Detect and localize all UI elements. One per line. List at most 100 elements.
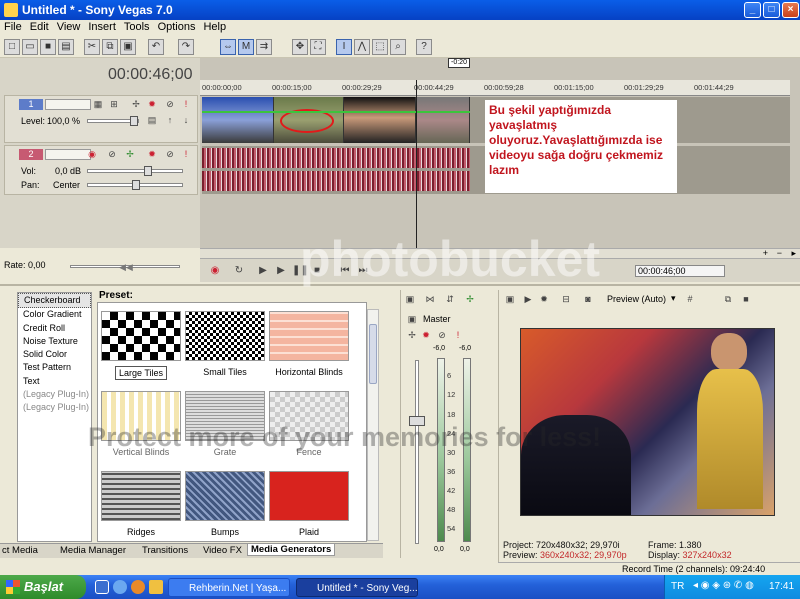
start-button[interactable]: Başlat — [0, 575, 86, 599]
menu-view[interactable]: View — [53, 20, 85, 35]
mute-icon[interactable]: ⊘ — [165, 99, 175, 109]
loop-playback-icon[interactable]: ↻ — [232, 264, 246, 278]
compositing-icon[interactable]: ✢ — [131, 99, 141, 109]
save-icon[interactable]: ■ — [40, 39, 56, 55]
composite-mode-icon[interactable]: ▤ — [147, 115, 157, 125]
audio-track-name-field[interactable] — [45, 149, 91, 160]
overlays-icon[interactable]: # — [685, 294, 695, 304]
tab-transitions[interactable]: Transitions — [142, 545, 188, 556]
tab-video-fx[interactable]: Video FX — [203, 545, 242, 556]
quicklaunch-icon[interactable] — [95, 580, 109, 594]
menu-edit[interactable]: Edit — [26, 20, 53, 35]
auto-crossfade-icon[interactable]: M — [238, 39, 254, 55]
preview-properties-icon[interactable]: ▣ — [505, 294, 515, 304]
minimize-button[interactable]: _ — [744, 2, 761, 18]
transport-timecode[interactable]: 00:00:46;00 — [635, 265, 725, 277]
chevron-down-icon[interactable]: ▾ — [671, 293, 676, 304]
make-child-icon[interactable]: ↓ — [181, 115, 191, 125]
timeline-cursor[interactable] — [416, 80, 417, 250]
preview-quality-icon[interactable]: ◙ — [583, 294, 593, 304]
internet-explorer-icon[interactable] — [113, 580, 127, 594]
rate-slider[interactable]: ◀◀ — [70, 262, 180, 272]
audio-solo-icon[interactable]: ! — [181, 149, 191, 159]
envelope-tool-icon[interactable]: ⋀ — [354, 39, 370, 55]
task-sony-vegas[interactable]: Untitled * - Sony Veg... — [296, 578, 418, 597]
new-icon[interactable]: □ — [4, 39, 20, 55]
tab-media-generators[interactable]: Media Generators — [247, 543, 336, 556]
open-icon[interactable]: ▭ — [22, 39, 38, 55]
invert-phase-icon[interactable]: ⊘ — [107, 149, 117, 159]
generator-item[interactable]: (Legacy Plug-In) V — [18, 401, 91, 414]
generator-item[interactable]: (Legacy Plug-In) T — [18, 388, 91, 401]
scrollbar-thumb[interactable] — [369, 324, 377, 384]
tab-media-manager[interactable]: Media Manager — [60, 545, 126, 556]
menu-file[interactable]: File — [0, 20, 26, 35]
copy-icon[interactable]: ⧉ — [102, 39, 118, 55]
audio-mute-icon[interactable]: ⊘ — [165, 149, 175, 159]
generator-item[interactable]: Test Pattern — [18, 361, 91, 374]
play-from-start-icon[interactable]: ▶ — [256, 264, 270, 278]
auto-ripple-icon[interactable]: ⇉ — [256, 39, 272, 55]
preset-bumps[interactable]: Bumps — [184, 465, 266, 541]
lock-envelopes-icon[interactable]: ✥ — [292, 39, 308, 55]
generator-item[interactable]: Color Gradient — [18, 308, 91, 321]
task-browser[interactable]: Rehberin.Net | Yaşa... — [168, 578, 290, 597]
menu-insert[interactable]: Insert — [84, 20, 120, 35]
solo-icon[interactable]: ! — [181, 99, 191, 109]
master-gear-icon[interactable]: ✹ — [421, 330, 431, 340]
generator-item[interactable]: Solid Color — [18, 348, 91, 361]
copy-snapshot-icon[interactable]: ⧉ — [723, 294, 733, 304]
properties-icon[interactable]: ▤ — [58, 39, 74, 55]
preset-horizontal-blinds[interactable]: Horizontal Blinds — [268, 305, 350, 381]
dim-output-icon[interactable]: ⇵ — [445, 294, 455, 304]
whats-this-icon[interactable]: ? — [416, 39, 432, 55]
save-snapshot-icon[interactable]: ■ — [741, 294, 751, 304]
ignore-grouping-icon[interactable]: ⛶ — [310, 39, 326, 55]
master-solo-icon[interactable]: ! — [453, 330, 463, 340]
video-track-name-field[interactable] — [45, 99, 91, 110]
track-motion-icon[interactable]: ▦ — [93, 99, 103, 109]
preview-fx-icon[interactable]: ✹ — [539, 294, 549, 304]
menu-help[interactable]: Help — [199, 20, 230, 35]
video-track-header[interactable]: 1 ▦ ⊞ ✢ ✹ ⊘ ! Level: 100,0 % ▤ ↑ ↓ — [4, 95, 198, 143]
insert-bus-icon[interactable]: ✢ — [465, 294, 475, 304]
enable-snapping-icon[interactable]: ⇔ — [220, 39, 236, 55]
zoom-in-icon[interactable]: + — [763, 248, 768, 258]
time-ruler[interactable]: 00:00:00;00 00:00:15;00 00:00:29;29 00:0… — [200, 80, 790, 96]
zoom-tool-icon[interactable]: ⌕ — [390, 39, 406, 55]
audio-fx-icon[interactable]: ✢ — [125, 149, 135, 159]
rate-slider-handle[interactable]: ◀◀ — [119, 262, 133, 272]
preset-plaid[interactable]: Plaid — [268, 465, 350, 541]
make-parent-icon[interactable]: ↑ — [165, 115, 175, 125]
play-icon[interactable]: ▶ — [274, 264, 288, 278]
level-envelope[interactable] — [202, 111, 470, 113]
redo-icon[interactable]: ↷ — [178, 39, 194, 55]
arm-record-icon[interactable]: ◉ — [87, 149, 97, 159]
generator-item[interactable]: Checkerboard — [18, 293, 91, 309]
generator-item[interactable]: Credit Roll — [18, 322, 91, 335]
master-bus-icon[interactable]: ▣ — [407, 314, 417, 324]
audio-fx-gear-icon[interactable]: ✹ — [147, 149, 157, 159]
preset-large-tiles[interactable]: Large Tiles — [100, 305, 182, 381]
external-monitor-icon[interactable]: ▶ — [523, 294, 533, 304]
level-slider[interactable] — [87, 116, 139, 126]
menu-tools[interactable]: Tools — [120, 20, 154, 35]
tray-icons[interactable]: ◂ ◉ ◈ ⊛ ✆ ◍ — [693, 580, 754, 591]
track-fx-icon[interactable]: ⊞ — [109, 99, 119, 109]
folder-icon[interactable] — [149, 580, 163, 594]
record-icon[interactable]: ◉ — [208, 264, 222, 278]
selection-tool-icon[interactable]: ⬚ — [372, 39, 388, 55]
pan-slider[interactable] — [87, 180, 183, 190]
generator-item[interactable]: Noise Texture — [18, 335, 91, 348]
language-indicator[interactable]: TR — [671, 581, 684, 592]
firefox-icon[interactable] — [131, 580, 145, 594]
undo-icon[interactable]: ↶ — [148, 39, 164, 55]
downmix-icon[interactable]: ⋈ — [425, 294, 435, 304]
preview-quality-select[interactable]: Preview (Auto) — [607, 294, 666, 304]
master-fx-icon[interactable]: ✢ — [407, 330, 417, 340]
paste-icon[interactable]: ▣ — [120, 39, 136, 55]
maximize-button[interactable]: □ — [763, 2, 780, 18]
normal-edit-tool-icon[interactable]: I — [336, 39, 352, 55]
close-button[interactable]: × — [782, 2, 799, 18]
menu-options[interactable]: Options — [154, 20, 200, 35]
